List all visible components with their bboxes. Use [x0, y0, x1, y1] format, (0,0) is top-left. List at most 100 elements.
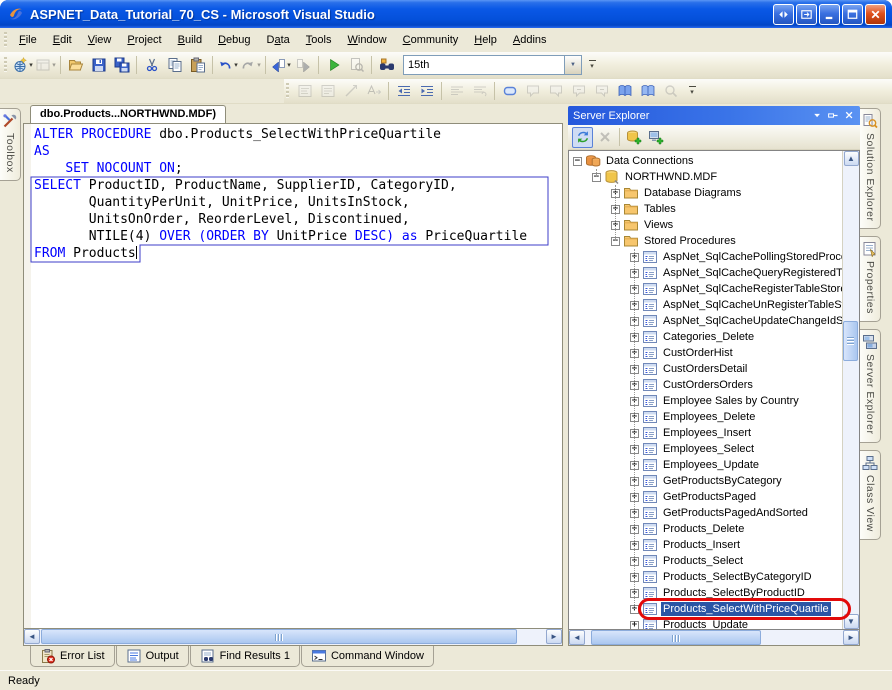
tree-item[interactable]: +Employee Sales by Country	[569, 393, 842, 409]
copy-button[interactable]	[163, 54, 186, 76]
close-button[interactable]	[865, 4, 886, 25]
tree-item[interactable]: +CustOrdersOrders	[569, 377, 842, 393]
side-tab-solution-explorer[interactable]: Solution Explorer	[860, 108, 881, 229]
connect-to-database-button[interactable]	[623, 127, 644, 148]
menu-file[interactable]: File	[11, 30, 45, 50]
refresh-button[interactable]	[572, 127, 593, 148]
tree-item[interactable]: +AspNet_SqlCacheQueryRegisteredTablesSto…	[569, 265, 842, 281]
connect-to-server-button[interactable]	[645, 127, 666, 148]
bottom-tab-output[interactable]: Output	[116, 646, 189, 667]
auto-hide-button[interactable]	[826, 108, 841, 123]
pane-float-button[interactable]	[796, 4, 817, 25]
tree-item[interactable]: +Views	[569, 217, 842, 233]
tree-item[interactable]: +AspNet_SqlCachePollingStoredProcedure	[569, 249, 842, 265]
menu-addins[interactable]: Addins	[505, 30, 555, 50]
tree-item[interactable]: +Tables	[569, 201, 842, 217]
undo-button[interactable]: ▾	[216, 54, 239, 76]
tree-item[interactable]: +CustOrdersDetail	[569, 361, 842, 377]
navigate-forward-button[interactable]	[292, 54, 315, 76]
standard-toolbar-grip[interactable]	[4, 57, 7, 73]
tree-item[interactable]: +Database Diagrams	[569, 185, 842, 201]
combo-value[interactable]: 15th	[404, 56, 564, 74]
tree-item[interactable]: +CustOrderHist	[569, 345, 842, 361]
quick-info-button[interactable]	[339, 80, 362, 102]
tree-item[interactable]: +AspNet_SqlCacheRegisterTableStoredProce…	[569, 281, 842, 297]
scroll-right-button[interactable]: ►	[843, 630, 859, 645]
toolbar-overflow-button[interactable]: ▾	[585, 54, 599, 76]
menu-edit[interactable]: Edit	[45, 30, 80, 50]
menu-project[interactable]: Project	[119, 30, 169, 50]
tree-item[interactable]: +Products_Update	[569, 617, 842, 629]
editor-horizontal-scrollbar[interactable]: ◄ ►	[23, 629, 563, 646]
tree-item[interactable]: +Products_Insert	[569, 537, 842, 553]
tree-item[interactable]: −Stored Procedures	[569, 233, 842, 249]
redo-button[interactable]: ▾	[239, 54, 262, 76]
tree-item[interactable]: +GetProductsPaged	[569, 489, 842, 505]
tree-expander[interactable]: +	[630, 621, 639, 630]
next-bookmark-in-document-button[interactable]	[636, 80, 659, 102]
tree-item[interactable]: +AspNet_SqlCacheUnRegisterTableStoredPro…	[569, 297, 842, 313]
side-tab-toolbox[interactable]: Toolbox	[0, 108, 21, 181]
menu-view[interactable]: View	[80, 30, 120, 50]
scroll-down-button[interactable]: ▼	[844, 614, 859, 629]
tree-vertical-scrollbar[interactable]: ▲ ▼	[842, 151, 859, 629]
tree-item[interactable]: +GetProductsPagedAndSorted	[569, 505, 842, 521]
tree-item[interactable]: +Products_Select	[569, 553, 842, 569]
open-folder-button[interactable]	[64, 54, 87, 76]
combo-dropdown-button[interactable]: ▼	[564, 56, 581, 74]
scroll-thumb[interactable]	[843, 321, 858, 361]
menu-data[interactable]: Data	[259, 30, 298, 50]
uncomment-selection-button[interactable]	[468, 80, 491, 102]
start-debugging-button[interactable]	[322, 54, 345, 76]
bottom-tab-find-results-1[interactable]: Find Results 1	[190, 646, 300, 667]
tree-item[interactable]: +AspNet_SqlCacheUpdateChangeIdStoredProc…	[569, 313, 842, 329]
menu-tools[interactable]: Tools	[298, 30, 340, 50]
delete-button[interactable]	[594, 127, 615, 148]
previous-bookmark-in-folder-button[interactable]	[567, 80, 590, 102]
find-in-files-button[interactable]	[375, 54, 398, 76]
side-tab-class-view[interactable]: Class View	[860, 450, 881, 540]
comment-selection-button[interactable]	[445, 80, 468, 102]
tree-item[interactable]: +Products_SelectByCategoryID	[569, 569, 842, 585]
bottom-tab-command-window[interactable]: Command Window	[301, 646, 434, 667]
scroll-left-button[interactable]: ◄	[24, 629, 40, 644]
scroll-track[interactable]	[585, 630, 843, 645]
increase-indent-button[interactable]	[415, 80, 438, 102]
tree-item[interactable]: +Employees_Insert	[569, 425, 842, 441]
scroll-thumb[interactable]	[591, 630, 761, 645]
tree-item[interactable]: +GetProductsByCategory	[569, 473, 842, 489]
save-all-button[interactable]	[110, 54, 133, 76]
tree-item[interactable]: +Categories_Delete	[569, 329, 842, 345]
window-position-button[interactable]	[810, 108, 825, 123]
menu-help[interactable]: Help	[466, 30, 505, 50]
menu-window[interactable]: Window	[339, 30, 394, 50]
find-in-document-button[interactable]	[345, 54, 368, 76]
new-item-button[interactable]: ▾	[11, 54, 34, 76]
side-tab-properties[interactable]: Properties	[860, 236, 881, 322]
next-bookmark-in-folder-button[interactable]	[590, 80, 613, 102]
scroll-track[interactable]	[843, 166, 859, 614]
server-explorer-tree[interactable]: −Data Connections−NORTHWND.MDF+Database …	[569, 151, 842, 629]
parameter-info-button[interactable]	[316, 80, 339, 102]
menu-community[interactable]: Community	[395, 30, 467, 50]
tree-item[interactable]: +Employees_Update	[569, 457, 842, 473]
scroll-up-button[interactable]: ▲	[844, 151, 859, 166]
sql-editor[interactable]: ALTER PROCEDURE dbo.Products_SelectWithP…	[23, 123, 563, 629]
tree-item[interactable]: −Data Connections	[569, 153, 842, 169]
tree-item[interactable]: +Products_Delete	[569, 521, 842, 537]
toggle-bookmark-button[interactable]	[498, 80, 521, 102]
menu-build[interactable]: Build	[170, 30, 210, 50]
scroll-thumb[interactable]	[41, 629, 517, 644]
paste-button[interactable]	[186, 54, 209, 76]
close-panel-button[interactable]	[842, 108, 857, 123]
text-editor-toolbar-grip[interactable]	[286, 83, 289, 99]
decrease-indent-button[interactable]	[392, 80, 415, 102]
scroll-track[interactable]	[40, 629, 546, 645]
tree-item[interactable]: +Employees_Select	[569, 441, 842, 457]
tree-item[interactable]: +Employees_Delete	[569, 409, 842, 425]
side-tab-server-explorer[interactable]: Server Explorer	[860, 329, 881, 442]
next-bookmark-button[interactable]	[544, 80, 567, 102]
previous-bookmark-button[interactable]	[521, 80, 544, 102]
zoom-combo[interactable]: 15th ▼	[403, 55, 582, 75]
word-completion-button[interactable]	[362, 80, 385, 102]
